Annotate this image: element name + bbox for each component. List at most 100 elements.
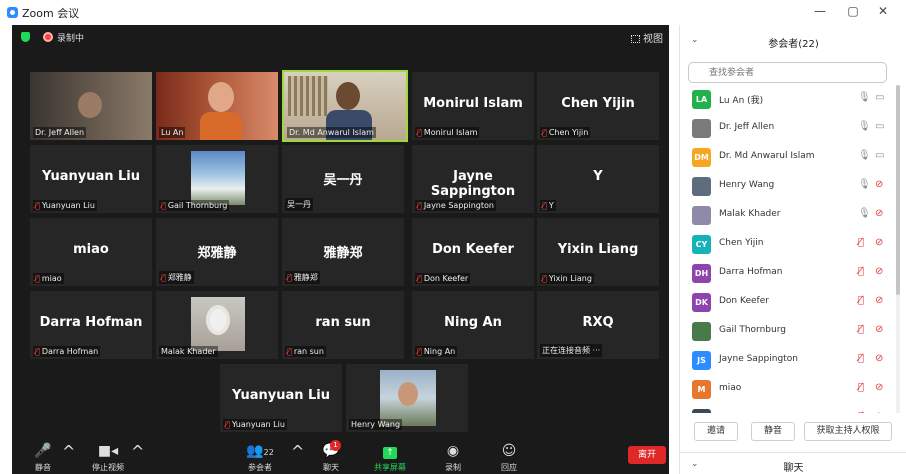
participant-row[interactable]: DH Darra Hofman 🎙̸ ⊘ [680,259,898,288]
video-tile[interactable]: Yuanyuan Liu 🎙̸ Yuanyuan Liu [220,364,342,432]
camera-off-icon[interactable]: ⊘ [875,353,883,364]
audio-options-chevron-icon[interactable]: ^ [62,442,75,461]
camera-off-icon[interactable]: ⊘ [875,179,883,190]
video-tile[interactable]: Yuanyuan Liu 🎙̸ Yuanyuan Liu [30,145,152,213]
scrollbar-thumb[interactable] [896,85,900,295]
video-tile[interactable]: Darra Hofman 🎙̸ Darra Hofman [30,291,152,359]
mic-icon[interactable]: 🎙 [858,92,871,103]
camera-off-icon[interactable]: ⊘ [875,411,883,413]
bookshelf-background [288,76,328,116]
participant-row[interactable]: JS Jayne Sappington 🎙̸ ⊘ [680,346,898,375]
participant-list-scrollbar[interactable] [896,85,900,413]
tile-display-name: 郑雅静 [197,246,237,261]
participants-options-chevron-icon[interactable]: ^ [291,442,304,461]
tile-name: 🎙̸ Gail Thornburg [159,200,230,211]
participants-button[interactable]: 👥22 参会者 [240,442,280,473]
mic-muted-icon[interactable]: 🎙̸ [858,295,864,306]
mic-icon[interactable]: 🎙 [858,121,871,132]
participant-row[interactable]: LA Lu An (我) 🎙 ▭ [680,85,898,114]
camera-icon[interactable]: ▭ [875,92,884,103]
video-tile[interactable]: 吴一丹 吴一丹 [282,145,404,213]
video-tile[interactable]: Monirul Islam 🎙̸ Monirul Islam [412,72,534,140]
camera-icon[interactable]: ▭ [875,150,884,161]
leave-button[interactable]: 离开 [628,446,666,464]
mic-icon[interactable]: 🎙 [858,208,871,219]
video-tile[interactable]: Malak Khader [156,291,278,359]
video-tile[interactable]: Lu An [156,72,278,140]
participant-row[interactable]: Dr. Jeff Allen 🎙 ▭ [680,114,898,143]
video-options-chevron-icon[interactable]: ^ [131,442,144,461]
participant-row[interactable]: Mmiao 🎙̸ ⊘ [680,375,898,404]
video-tile[interactable]: Chen Yijin 🎙̸ Chen Yijin [537,72,659,140]
mic-muted-icon[interactable]: 🎙̸ [858,382,864,393]
mic-muted-icon[interactable]: 🎙̸ [858,266,864,277]
close-button[interactable]: ✕ [873,4,893,18]
tile-name: 🎙̸ Ning An [415,346,458,357]
tile-name: 🎙̸ Don Keefer [415,273,471,284]
video-tile[interactable]: Yixin Liang 🎙̸ Yixin Liang [537,218,659,286]
video-tile[interactable]: Don Keefer 🎙̸ Don Keefer [412,218,534,286]
mic-muted-icon[interactable]: 🎙̸ [858,237,864,248]
participant-row[interactable]: DK Don Keefer 🎙̸ ⊘ [680,288,898,317]
tile-name: 正在连接音频 ··· [540,344,603,357]
security-shield-icon[interactable] [21,32,30,42]
restore-button[interactable]: ▢ [843,4,863,18]
participant-search-input[interactable] [688,62,887,83]
reactions-button[interactable]: ☺ 回应 [494,442,524,473]
video-tile[interactable]: RXQ 正在连接音频 ··· [537,291,659,359]
video-tile[interactable]: 🎙̸ Gail Thornburg [156,145,278,213]
participant-row[interactable]: CY Chen Yijin 🎙̸ ⊘ [680,230,898,259]
tile-name: Dr. Jeff Allen [33,127,87,138]
chat-panel-header[interactable]: ⌄ 聊天 [680,452,906,474]
participant-name: Don Keefer [719,296,769,306]
share-screen-button[interactable]: ↑ 共享屏幕 [368,442,412,473]
participant-row[interactable]: DM Dr. Md Anwarul Islam 🎙 ▭ [680,143,898,172]
meeting-toolbar: 🎤 静音 ^ ■◂ 停止视频 ^ 👥22 参会者 ^ 💬 1 聊天 ↑ 共享屏幕… [12,440,669,474]
mute-button[interactable]: 🎤 静音 [26,442,60,473]
participant-row[interactable]: Gail Thornburg 🎙̸ ⊘ [680,317,898,346]
video-tile[interactable]: ran sun 🎙̸ ran sun [282,291,404,359]
stop-video-button[interactable]: ■◂ 停止视频 [86,442,130,473]
camera-off-icon[interactable]: ⊘ [875,237,883,248]
mic-muted-icon[interactable]: 🎙̸ [858,324,864,335]
video-tile[interactable]: Dr. Jeff Allen [30,72,152,140]
participant-row[interactable]: 🎙̸ ⊘ [680,404,898,413]
meeting-top-bar: 录制中 视图 [12,25,669,49]
video-tile[interactable]: 雅静郑 🎙̸ 雅静郑 [282,218,404,286]
view-button[interactable]: 视图 [631,30,663,45]
chat-button[interactable]: 💬 1 聊天 [316,440,346,473]
camera-icon[interactable]: ▭ [875,121,884,132]
mute-all-button[interactable]: 静音 [751,422,795,441]
camera-off-icon[interactable]: ⊘ [875,324,883,335]
minimize-button[interactable]: — [810,4,830,18]
mic-icon[interactable]: 🎙 [858,179,871,190]
invite-button[interactable]: 邀请 [694,422,738,441]
camera-off-icon[interactable]: ⊘ [875,266,883,277]
mic-muted-icon: 🎙̸ [35,201,40,210]
mic-muted-icon[interactable]: 🎙̸ [858,411,864,413]
participant-avatar: DM [692,148,711,167]
video-tile[interactable]: Y 🎙̸ Y [537,145,659,213]
video-tile[interactable]: Jayne Sappington 🎙̸ Jayne Sappington [412,145,534,213]
video-tile[interactable]: 郑雅静 🎙̸ 郑雅静 [156,218,278,286]
camera-off-icon[interactable]: ⊘ [875,208,883,219]
claim-host-button[interactable]: 获取主持人权限 [804,422,892,441]
microphone-icon: 🎤 [34,443,52,459]
mic-muted-icon: 🎙̸ [287,347,292,356]
participant-row[interactable]: Malak Khader 🎙 ⊘ [680,201,898,230]
camera-off-icon[interactable]: ⊘ [875,295,883,306]
participant-row[interactable]: Henry Wang 🎙 ⊘ [680,172,898,201]
record-button[interactable]: ◉ 录制 [438,442,468,473]
video-tile[interactable]: Ning An 🎙̸ Ning An [412,291,534,359]
participant-name: Chen Yijin [719,238,764,248]
mic-icon[interactable]: 🎙 [858,150,871,161]
video-tile[interactable]: miao 🎙̸ miao [30,218,152,286]
video-tile[interactable]: Henry Wang [346,364,468,432]
video-tile-active-speaker[interactable]: Dr. Md Anwarul Islam [282,70,408,142]
camera-off-icon[interactable]: ⊘ [875,382,883,393]
zoom-logo-icon [7,7,18,18]
mic-muted-icon: 🎙̸ [161,273,166,282]
mic-muted-icon[interactable]: 🎙̸ [858,353,864,364]
mic-muted-icon: 🎙̸ [287,273,292,282]
tile-display-name: Chen Yijin [561,96,635,111]
